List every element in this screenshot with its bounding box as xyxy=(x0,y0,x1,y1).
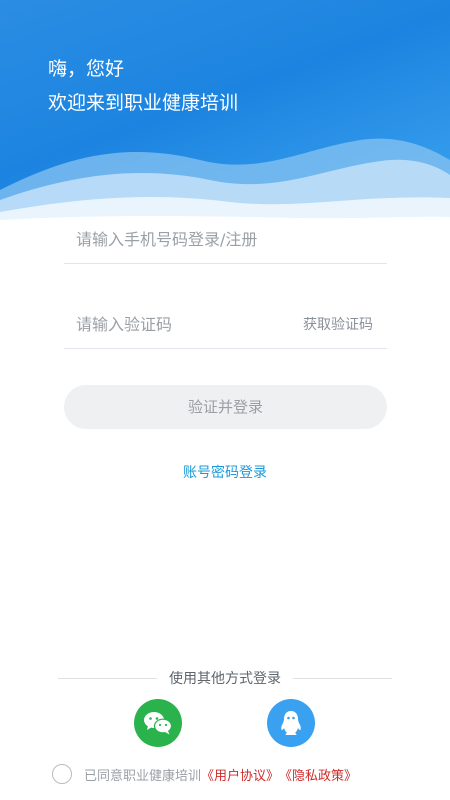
other-login-label: 使用其他方式登录 xyxy=(169,671,281,687)
qq-login-button[interactable] xyxy=(267,699,315,747)
code-field[interactable]: 获取验证码 xyxy=(64,301,387,349)
header-banner: 嗨，您好 欢迎来到职业健康培训 xyxy=(0,0,450,230)
other-login-divider: 使用其他方式登录 xyxy=(58,668,392,688)
divider-line-right xyxy=(293,677,392,679)
wechat-login-button[interactable] xyxy=(134,699,182,747)
agreement-checkbox[interactable] xyxy=(52,764,72,784)
get-code-button[interactable]: 获取验证码 xyxy=(303,314,373,334)
verify-login-button[interactable]: 验证并登录 xyxy=(64,385,387,429)
greeting-text: 嗨，您好 xyxy=(48,58,125,80)
wave-decoration xyxy=(0,138,450,230)
welcome-text: 欢迎来到职业健康培训 xyxy=(48,92,239,114)
code-input[interactable] xyxy=(64,301,274,347)
user-agreement-link[interactable]: 《用户协议》 xyxy=(201,765,279,784)
divider-line-left xyxy=(58,677,157,679)
agreement-text: 已同意职业健康培训 xyxy=(84,768,202,784)
qq-icon xyxy=(281,711,301,735)
wechat-icon xyxy=(144,712,173,735)
agreement-row: 已同意职业健康培训 《用户协议》 《隐私政策》 xyxy=(52,763,357,785)
privacy-policy-link[interactable]: 《隐私政策》 xyxy=(279,765,357,784)
phone-input[interactable] xyxy=(64,216,387,262)
password-login-link[interactable]: 账号密码登录 xyxy=(0,462,450,482)
phone-field[interactable] xyxy=(64,216,387,264)
